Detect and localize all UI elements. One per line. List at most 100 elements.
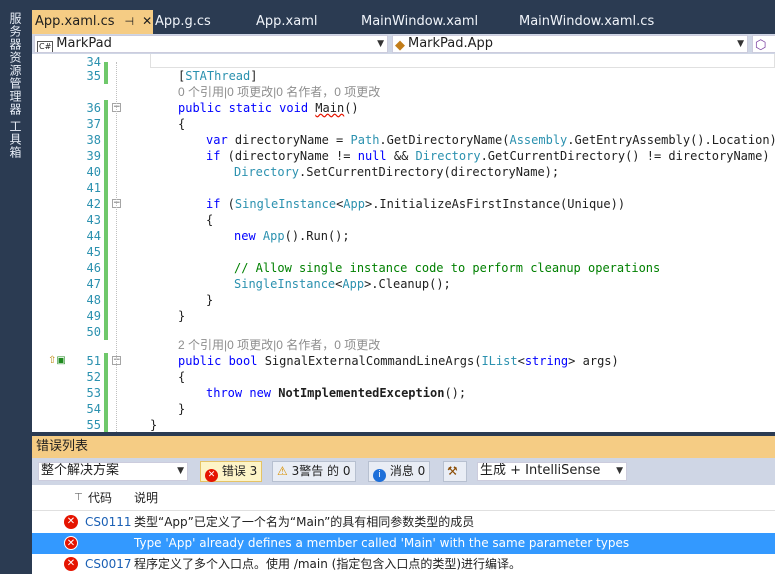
warning-icon: ⚠ [277, 464, 288, 478]
tab-mainwindow-xaml-cs[interactable]: MainWindow.xaml.cs [516, 10, 654, 34]
codelens-info[interactable]: 2 个引用|0 项更改|0 名作者，0 项更改 [178, 337, 380, 353]
code-line: public bool SignalExternalCommandLineArg… [178, 354, 619, 368]
code-line: { [206, 213, 214, 227]
line-number: 43 [86, 213, 101, 227]
document-tab-bar: App.xaml.cs ⊣ ✕ App.g.cs App.xaml MainWind… [32, 10, 775, 34]
line-number: 44 [86, 229, 101, 243]
change-marker [104, 62, 108, 84]
line-number: 35 [86, 69, 101, 83]
sort-icon[interactable]: ⊤ [74, 485, 83, 511]
code-line: [STAThread] [178, 69, 258, 83]
tab-app-g-cs[interactable]: App.g.cs [152, 10, 211, 34]
line-number: 36 [86, 101, 101, 115]
change-marker [104, 353, 108, 432]
table-header: ⊤ 代码 说明 [32, 485, 775, 511]
member-dropdown[interactable]: ⬡ [752, 35, 775, 53]
error-description: Type 'App' already defines a member call… [134, 536, 630, 550]
code-line: { [178, 370, 186, 384]
change-marker [104, 100, 108, 340]
line-number: 51 [86, 354, 101, 368]
chevron-down-icon: ▼ [177, 466, 184, 476]
line-number: 55 [86, 418, 101, 432]
code-line: } [178, 309, 186, 323]
code-line: SingleInstance<App>.Cleanup(); [234, 277, 451, 291]
code-line: throw new NotImplementedException(); [206, 386, 467, 400]
tab-app-xaml-cs[interactable]: App.xaml.cs ⊣ ✕ [32, 10, 153, 34]
line-number: 47 [86, 277, 101, 291]
filter-button[interactable]: ⚒ [443, 461, 467, 482]
build-filter-dropdown[interactable]: 生成 + IntelliSense ▼ [477, 462, 627, 481]
warnings-filter-button[interactable]: ⚠ 3警告 的 0 [272, 461, 356, 482]
quick-action-icon[interactable]: ⇧▣ [48, 355, 66, 366]
warnings-count: 3警告 的 0 [291, 464, 351, 478]
chevron-down-icon: ▼ [737, 39, 744, 49]
line-number: 50 [86, 325, 101, 339]
code-line: Directory.SetCurrentDirectory(directoryN… [234, 165, 560, 179]
close-icon[interactable]: ✕ [142, 14, 152, 28]
error-icon: ✕ [64, 557, 78, 571]
scope-dropdown[interactable]: 整个解决方案 ▼ [38, 462, 188, 481]
line-number: 42 [86, 197, 101, 211]
line-number: 53 [86, 386, 101, 400]
codelens-info[interactable]: 0 个引用|0 项更改|0 名作者，0 项更改 [178, 84, 380, 100]
code-line: } [206, 293, 214, 307]
filter-icon: ⚒ [447, 464, 458, 478]
code-line: if (directoryName != null && Directory.G… [206, 149, 770, 163]
info-icon: i [373, 469, 386, 482]
toolbox-tab[interactable]: 工具箱 [5, 120, 25, 159]
table-row[interactable]: ✕ CS0111 类型“App”已定义了一个名为“Main”的具有相同参数类型的… [32, 512, 775, 533]
tab-mainwindow-xaml[interactable]: MainWindow.xaml [358, 10, 478, 34]
code-line: } [150, 418, 158, 432]
error-code[interactable]: CS0111 [85, 512, 132, 533]
line-number-margin: 34 35 36 37 38 39 40 41 42 43 44 45 46 4… [32, 54, 104, 432]
error-icon: ✕ [64, 515, 78, 529]
error-list-title: 错误列表 [32, 436, 775, 458]
column-header-code[interactable]: 代码 [88, 485, 112, 511]
error-code[interactable]: CS0017 [85, 554, 132, 574]
line-number: 49 [86, 309, 101, 323]
table-row[interactable]: ✕ Type 'App' already defines a member ca… [32, 533, 775, 554]
code-line: if (SingleInstance<App>.InitializeAsFirs… [206, 197, 626, 211]
scope-label: 整个解决方案 [41, 463, 120, 478]
messages-count: 消息 0 [389, 464, 426, 478]
class-icon: ◆ [395, 38, 405, 53]
line-number: 48 [86, 293, 101, 307]
error-icon: ✕ [205, 469, 218, 482]
project-dropdown[interactable]: C# MarkPad ▼ [34, 35, 388, 53]
server-explorer-tab[interactable]: 服务器资源管理器 [5, 12, 25, 116]
project-label: MarkPad [56, 36, 112, 51]
tab-app-xaml[interactable]: App.xaml [253, 10, 317, 34]
line-number: 45 [86, 245, 101, 259]
line-number: 40 [86, 165, 101, 179]
member-icon: ⬡ [755, 38, 767, 53]
pin-icon[interactable]: ⊣ [125, 15, 135, 28]
chevron-down-icon: ▼ [616, 466, 623, 476]
line-number: 41 [86, 181, 101, 195]
type-dropdown[interactable]: ◆ MarkPad.App ▼ [392, 35, 748, 53]
errors-count: 错误 3 [221, 464, 258, 478]
tab-label: App.xaml.cs [35, 14, 115, 29]
errors-filter-button[interactable]: ✕ 错误 3 [200, 461, 263, 482]
current-line-highlight [150, 54, 775, 68]
navigation-bar: C# MarkPad ▼ ◆ MarkPad.App ▼ ⬡ [32, 34, 775, 54]
line-number: 46 [86, 261, 101, 275]
line-number: 37 [86, 117, 101, 131]
line-number: 38 [86, 133, 101, 147]
error-list-table: ⊤ 代码 说明 ✕ CS0111 类型“App”已定义了一个名为“Main”的具… [32, 485, 775, 574]
build-filter-label: 生成 + IntelliSense [480, 463, 601, 478]
code-comment: // Allow single instance code to perform… [234, 261, 661, 275]
line-number: 52 [86, 370, 101, 384]
csharp-project-icon: C# [37, 41, 54, 52]
change-tracking-bar [104, 54, 108, 432]
code-editor[interactable]: 34 35 36 37 38 39 40 41 42 43 44 45 46 4… [32, 54, 775, 432]
code-line: public static void Main() [178, 101, 359, 115]
type-label: MarkPad.App [408, 36, 494, 51]
table-row[interactable]: ✕ CS0017 程序定义了多个入口点。使用 /main (指定包含入口点的类型… [32, 554, 775, 574]
side-tool-strip: 服务器资源管理器 工具箱 [0, 0, 32, 574]
chevron-down-icon: ▼ [377, 39, 384, 49]
line-number: 39 [86, 149, 101, 163]
code-text-area[interactable]: [STAThread] 0 个引用|0 项更改|0 名作者，0 项更改 publ… [118, 54, 775, 432]
messages-filter-button[interactable]: i 消息 0 [368, 461, 431, 482]
column-header-description[interactable]: 说明 [134, 485, 158, 511]
code-line: var directoryName = Path.GetDirectoryNam… [206, 133, 775, 147]
